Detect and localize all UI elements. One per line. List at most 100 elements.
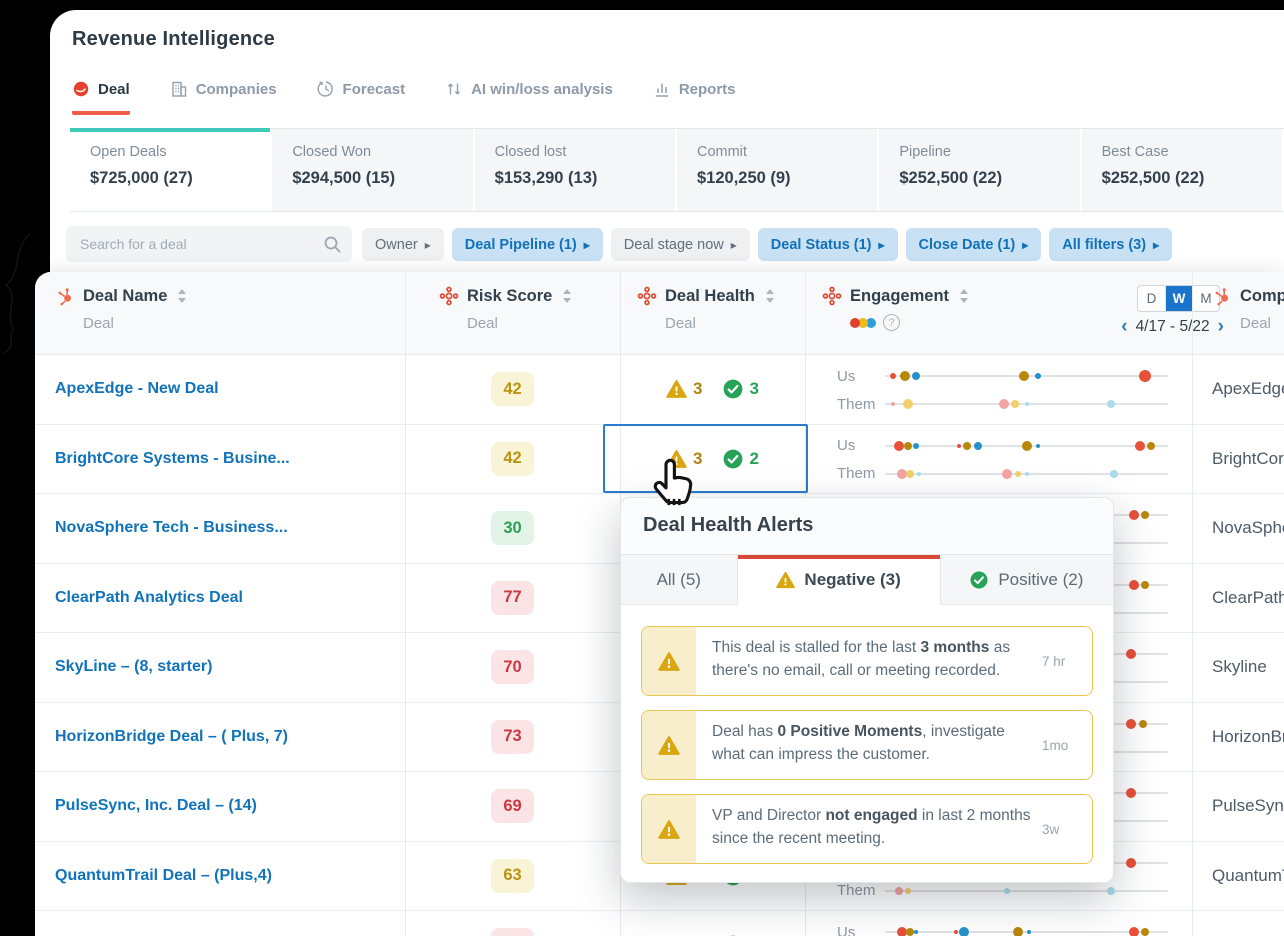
warning-icon: [658, 651, 680, 672]
tab-reports[interactable]: Reports: [653, 80, 736, 115]
risk-score-cell: 77: [405, 564, 620, 633]
warning-icon: [666, 379, 687, 399]
table-row[interactable]: UsThem: [35, 911, 1284, 936]
prev-date-chevron[interactable]: ‹: [1121, 317, 1127, 336]
engagement-dot: [899, 371, 910, 381]
engagement-label: Us: [837, 923, 856, 936]
engagement-line-us: Us: [837, 432, 1192, 460]
filter-chip-close-date[interactable]: Close Date (1) ▸: [905, 228, 1042, 261]
sort-icon[interactable]: [562, 288, 572, 304]
risk-score-badge: 77: [491, 580, 534, 615]
engagement-dot: [1110, 469, 1119, 478]
hubspot-icon: [55, 286, 75, 306]
engagement-label: Them: [837, 395, 876, 413]
filter-chip-deal-status[interactable]: Deal Status (1) ▸: [757, 228, 898, 261]
sort-icon[interactable]: [177, 288, 187, 304]
engagement-dot: [1018, 371, 1029, 381]
deal-name-link[interactable]: ApexEdge - New Deal: [55, 380, 219, 398]
engagement-dot: [896, 468, 907, 479]
popup-tab-label: Positive (2): [998, 569, 1084, 589]
company-cell: NovaSphere: [1192, 494, 1284, 563]
sort-icon[interactable]: [765, 288, 775, 304]
deal-name-link[interactable]: HorizonBridge Deal – ( Plus, 7): [55, 728, 288, 746]
engagement-dot: [1027, 930, 1032, 934]
chevron-right-icon: ▸: [878, 237, 885, 252]
tab-label: Companies: [195, 80, 277, 98]
help-icon[interactable]: ?: [883, 314, 900, 331]
column-header-risk-score[interactable]: Risk Score Deal: [439, 286, 572, 332]
engagement-dot: [912, 372, 921, 380]
deal-name-link[interactable]: BrightCore Systems - Busine...: [55, 450, 290, 468]
filter-chip-deal-pipeline[interactable]: Deal Pipeline (1) ▸: [451, 228, 603, 261]
filter-chip-deal-stage-now[interactable]: Deal stage now ▸: [610, 228, 750, 261]
deal-search-box[interactable]: [66, 226, 352, 262]
search-input[interactable]: [66, 236, 322, 252]
negative-alerts: 3: [666, 379, 703, 399]
column-header-companies[interactable]: Companies Deal: [1212, 286, 1284, 332]
ai-winloss-icon: [445, 80, 463, 98]
engagement-dot: [959, 927, 970, 936]
engagement-dot: [895, 886, 904, 895]
deal-name-link[interactable]: SkyLine – (8, starter): [55, 658, 212, 676]
engagement-dot: [1024, 402, 1029, 406]
negative-count: 3: [693, 379, 703, 399]
engagement-track: [885, 399, 1168, 409]
deal-health-cell[interactable]: 33: [620, 355, 805, 424]
popup-tab-all[interactable]: All (5): [621, 555, 738, 605]
tab-companies[interactable]: Companies: [170, 80, 277, 115]
period-option-w[interactable]: W: [1165, 286, 1192, 311]
engagement-label: Them: [837, 882, 876, 899]
filter-chip-owner[interactable]: Owner ▸: [362, 228, 444, 261]
reports-icon: [653, 80, 671, 98]
column-header-engagement[interactable]: Engagement ?: [822, 286, 969, 331]
popup-tab-negative[interactable]: Negative (3): [737, 555, 941, 605]
deal-name-link[interactable]: PulseSync, Inc. Deal – (14): [55, 797, 257, 815]
engagement-dot: [1126, 788, 1137, 798]
alert-card[interactable]: This deal is stalled for the last 3 mont…: [641, 626, 1093, 696]
engagement-dot: [1001, 468, 1012, 479]
summary-card-closed-lost[interactable]: Closed lost $153,290 (13): [474, 129, 677, 211]
engagement-dot: [890, 373, 897, 379]
engagement-dot: [1147, 441, 1156, 450]
deal-health-cell[interactable]: [620, 911, 805, 936]
engagement-dot: [1107, 400, 1116, 408]
alert-timestamp: 7 hr: [1042, 653, 1066, 669]
deal-health-cell[interactable]: 32: [620, 425, 805, 494]
positive-count: 3: [749, 379, 759, 399]
filter-chip-all-filters[interactable]: All filters (3) ▸: [1049, 228, 1173, 261]
alert-card[interactable]: VP and Director not engaged in last 2 mo…: [641, 794, 1093, 864]
filter-chips: Owner ▸ Deal Pipeline (1) ▸ Deal stage now ▸ D…: [362, 228, 1173, 261]
tab-deal[interactable]: Deal: [72, 80, 130, 115]
deal-name-link[interactable]: QuantumTrail Deal – (Plus,4): [55, 867, 272, 885]
period-option-d[interactable]: D: [1138, 286, 1165, 311]
column-header-deal-health[interactable]: Deal Health Deal: [637, 286, 775, 332]
card-label: Closed Won: [292, 144, 372, 160]
summary-card-closed-won[interactable]: Closed Won $294,500 (15): [272, 129, 475, 211]
risk-score-badge: [491, 928, 534, 936]
summary-card-pipeline[interactable]: Pipeline $252,500 (22): [879, 129, 1082, 211]
company-cell: BrightCore: [1192, 425, 1284, 494]
summary-card-best-case[interactable]: Best Case $252,500 (22): [1081, 129, 1284, 211]
table-row[interactable]: BrightCore Systems - Busine... 42 3 2 Us Them…: [35, 425, 1284, 494]
card-value: $725,000 (27): [90, 169, 193, 187]
forecast-icon: [317, 80, 335, 98]
sort-icon[interactable]: [959, 288, 969, 304]
alert-card[interactable]: Deal has 0 Positive Moments, investigate…: [641, 710, 1093, 780]
tab-ai-winloss[interactable]: AI win/loss analysis: [445, 80, 613, 115]
chip-label: Deal Pipeline (1): [464, 236, 577, 253]
risk-score-cell: 30: [405, 494, 620, 563]
column-header-deal-name[interactable]: Deal Name Deal: [55, 286, 187, 332]
summary-card-open-deals[interactable]: Open Deals $725,000 (27): [70, 128, 273, 211]
risk-score-badge: 73: [491, 719, 534, 754]
tab-forecast[interactable]: Forecast: [317, 80, 405, 115]
screen: Revenue Intelligence Deal Companies Foreca…: [0, 0, 1284, 936]
risk-score-badge: 69: [491, 789, 534, 824]
popup-tab-positive[interactable]: Positive (2): [940, 555, 1113, 605]
card-label: Commit: [696, 144, 747, 160]
summary-card-commit[interactable]: Commit $120,250 (9): [676, 129, 880, 211]
period-toggle[interactable]: DWM: [1137, 285, 1220, 312]
positive-alerts: 2: [723, 449, 759, 469]
table-row[interactable]: ApexEdge - New Deal 42 3 3 Us Them ApexEdge: [35, 355, 1284, 425]
deal-name-link[interactable]: ClearPath Analytics Deal: [55, 589, 243, 607]
deal-name-link[interactable]: NovaSphere Tech - Business...: [55, 519, 288, 537]
